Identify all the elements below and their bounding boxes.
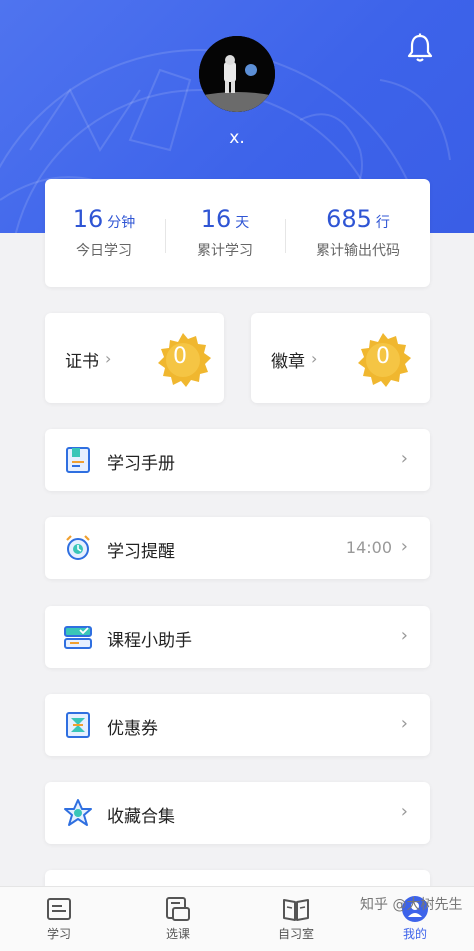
menu-item-reminder[interactable]: 学习提醒 14:00 › xyxy=(45,517,430,579)
watermark: 知乎 @大树先生 xyxy=(360,897,463,913)
stat-today: 16 分钟 今日学习 xyxy=(45,179,163,287)
badges-card[interactable]: 徽章 › 0 xyxy=(251,313,430,403)
badges-label: 徽章 xyxy=(271,352,305,372)
badges-count: 0 xyxy=(376,344,390,369)
menu-label: 课程小助手 xyxy=(107,631,192,651)
stat-unit: 行 xyxy=(375,215,390,231)
tab-study-room[interactable]: 自习室 xyxy=(237,887,355,951)
alarm-clock-icon xyxy=(66,535,90,560)
book-icon xyxy=(283,899,309,921)
menu-item-coupon[interactable]: 优惠券 › xyxy=(45,694,430,756)
tab-learn[interactable]: 学习 xyxy=(0,887,118,951)
reminder-time: 14:00 xyxy=(345,538,392,557)
tab-courses[interactable]: 选课 xyxy=(119,887,237,951)
stat-code-lines: 685 行 累计输出代码 xyxy=(286,179,430,287)
tab-label: 学习 xyxy=(46,927,71,941)
assistant-icon xyxy=(64,626,92,649)
stat-unit: 天 xyxy=(235,215,250,231)
chevron-right-icon: › xyxy=(311,349,318,368)
tab-label: 自习室 xyxy=(277,927,314,941)
stat-value: 16 xyxy=(200,205,232,233)
stat-value: 685 xyxy=(326,205,372,233)
stat-unit: 分钟 xyxy=(107,215,136,231)
chevron-right-icon: › xyxy=(400,536,408,557)
menu-label: 收藏合集 xyxy=(107,807,175,827)
chevron-right-icon: › xyxy=(105,349,112,368)
certificates-card[interactable]: 证书 › 0 xyxy=(45,313,224,403)
handbook-icon xyxy=(66,447,90,473)
bell-icon[interactable] xyxy=(404,32,436,64)
avatar[interactable] xyxy=(199,36,275,112)
learn-tab-icon xyxy=(47,898,71,920)
stat-label: 累计学习 xyxy=(197,243,253,259)
stat-total-days: 16 天 累计学习 xyxy=(166,179,284,287)
menu-item-favorites[interactable]: 收藏合集 › xyxy=(45,782,430,844)
star-collection-icon xyxy=(64,799,92,826)
chevron-right-icon: › xyxy=(400,625,408,646)
stat-label: 累计输出代码 xyxy=(316,243,400,259)
username: x. xyxy=(229,128,245,148)
stat-label: 今日学习 xyxy=(76,243,132,259)
chevron-right-icon: › xyxy=(400,713,408,734)
menu-label: 优惠券 xyxy=(107,719,158,739)
menu-item-assistant[interactable]: 课程小助手 › xyxy=(45,606,430,668)
stat-value: 16 xyxy=(72,205,104,233)
menu-label: 学习手册 xyxy=(107,454,175,474)
coupon-icon xyxy=(66,712,90,738)
menu-item-handbook[interactable]: 学习手册 › xyxy=(45,429,430,491)
chevron-right-icon: › xyxy=(400,448,408,469)
tab-label: 我的 xyxy=(402,927,427,941)
certificates-count: 0 xyxy=(173,344,187,369)
certificates-label: 证书 xyxy=(65,352,99,372)
tab-label: 选课 xyxy=(165,927,190,941)
chevron-right-icon: › xyxy=(400,801,408,822)
menu-label: 学习提醒 xyxy=(107,542,175,562)
stats-card: 16 分钟 今日学习 16 天 累计学习 685 行 累计输出代码 xyxy=(45,179,430,287)
courses-tab-icon xyxy=(166,897,190,921)
